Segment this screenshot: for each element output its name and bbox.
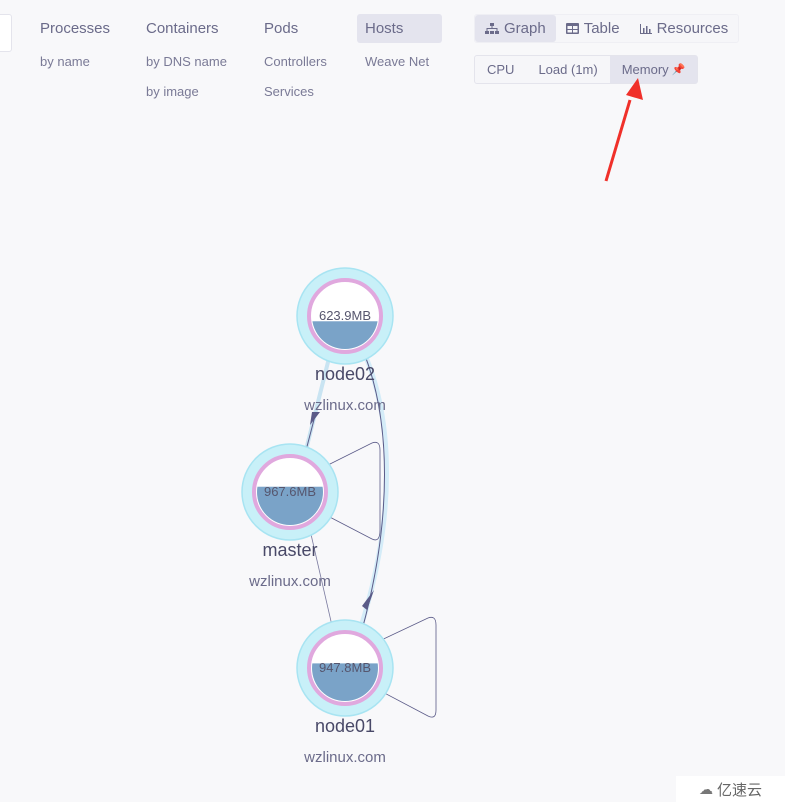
annotation-arrow <box>604 78 643 182</box>
node-metric-value: 967.6MB <box>264 484 316 499</box>
node-sublabel: wzlinux.com <box>248 573 331 590</box>
node-label: node01 <box>315 716 375 736</box>
node-node01[interactable]: 947.8MB node01 wzlinux.com <box>296 619 394 766</box>
watermark: ☁ 亿速云 <box>676 776 785 802</box>
watermark-text: 亿速云 <box>716 781 762 799</box>
node-master[interactable]: 967.6MB master wzlinux.com <box>241 443 339 590</box>
edge-node02-node01[interactable] <box>357 346 389 631</box>
node-metric-value: 623.9MB <box>319 308 371 323</box>
node-label: master <box>262 540 317 560</box>
topology-graph: 623.9MB node02 wzlinux.com 967.6MB master wzl… <box>241 78 643 766</box>
node-sublabel: wzlinux.com <box>303 397 386 414</box>
node-sublabel: wzlinux.com <box>303 749 386 766</box>
node-metric-value: 947.8MB <box>319 660 371 675</box>
edge-arrow-icon <box>362 590 374 610</box>
cloud-logo-icon: ☁ <box>698 780 713 797</box>
node-label: node02 <box>315 364 375 384</box>
